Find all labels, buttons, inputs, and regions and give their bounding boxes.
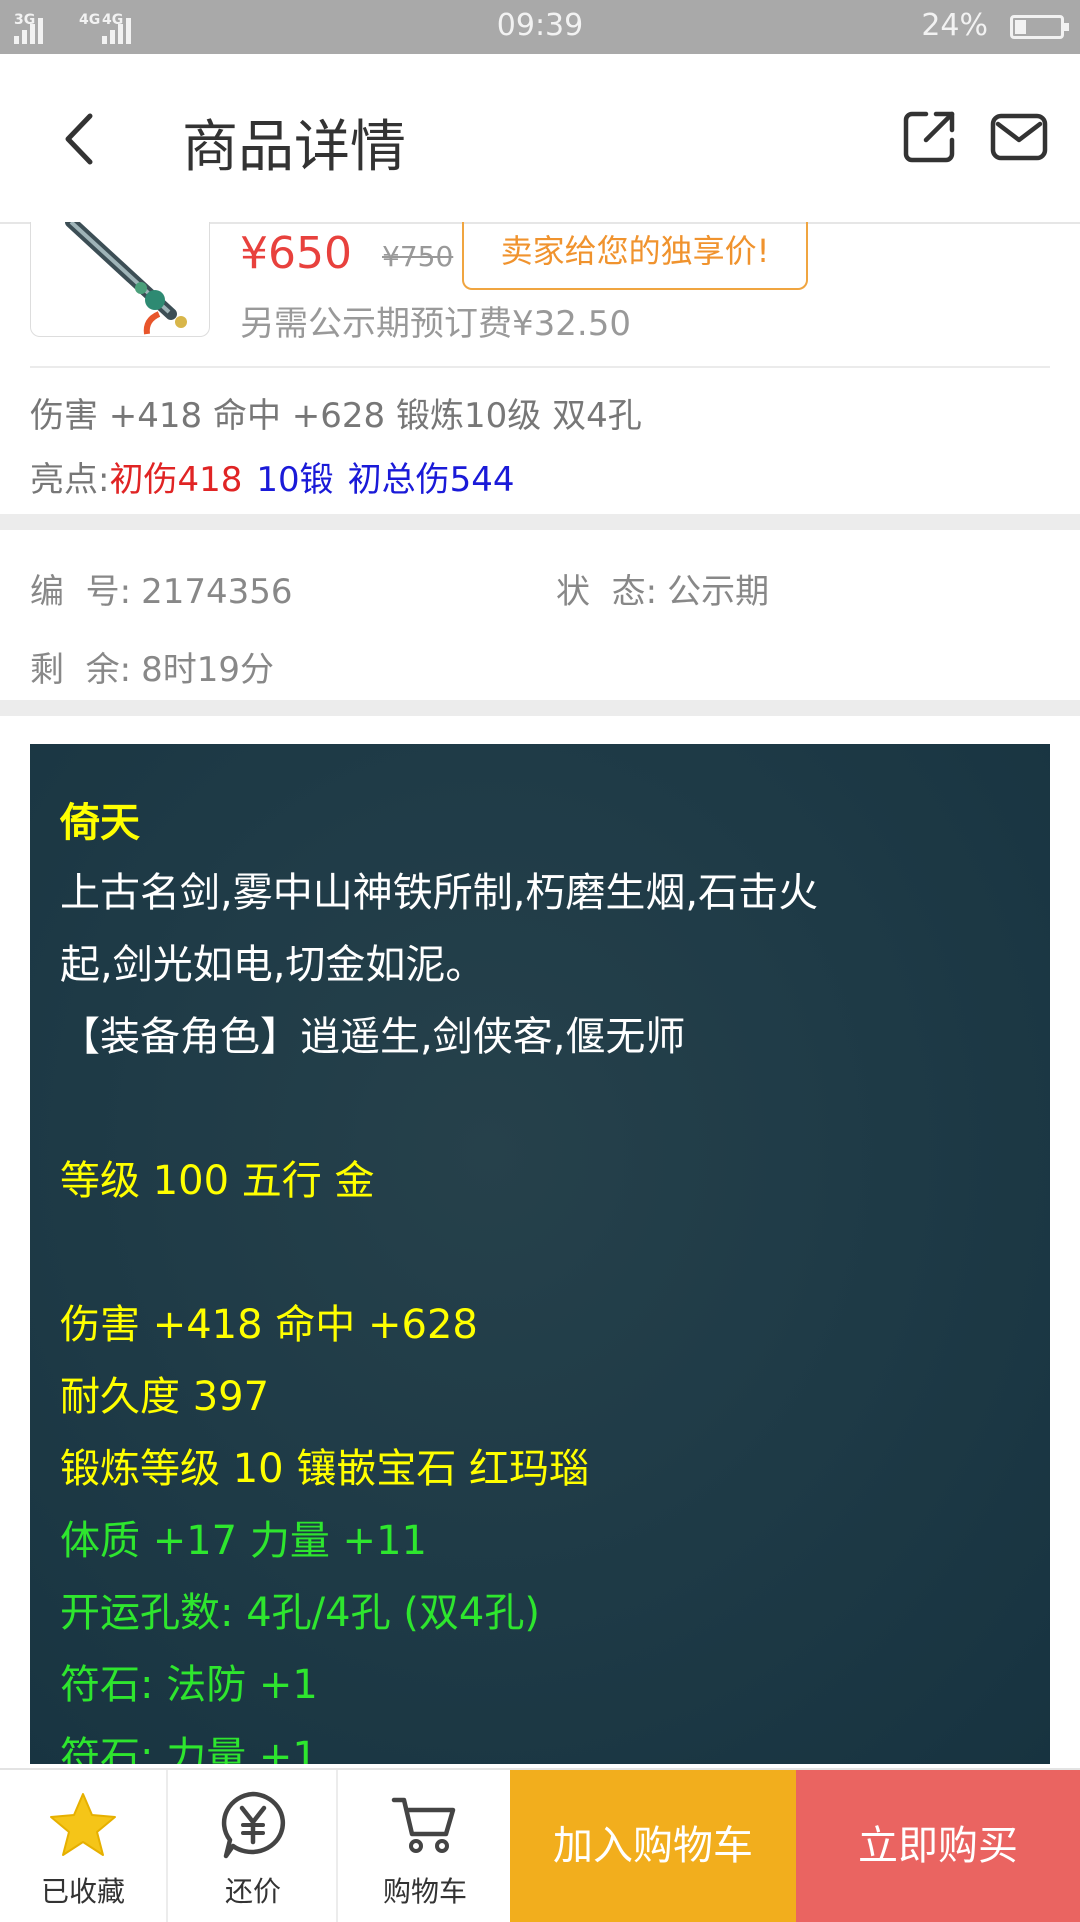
level-element: 等级 100 五行 金: [60, 1158, 375, 1204]
section-gap: [0, 514, 1080, 530]
app-header: 商品详情: [0, 54, 1080, 224]
bottom-action-bar: 已收藏 还价 购物车 加入购物车 立即购买: [0, 1768, 1080, 1922]
cart-button[interactable]: 购物车: [340, 1770, 510, 1922]
bargain-button[interactable]: 还价: [170, 1770, 338, 1922]
share-button[interactable]: [902, 108, 958, 164]
item-status: 状 态: 公示期: [556, 564, 769, 613]
lore-line: 上古名剑,雾中山神铁所制,朽磨生烟,石击火: [60, 870, 819, 916]
section-gap: [0, 700, 1080, 716]
cart-icon: [391, 1797, 456, 1853]
bargain-label: 还价: [224, 1875, 281, 1908]
buy-now-button[interactable]: 立即购买: [796, 1770, 1080, 1922]
bonus-attributes: 体质 +17 力量 +11: [60, 1518, 427, 1564]
original-price: ¥750: [382, 240, 454, 273]
favorite-button[interactable]: 已收藏: [0, 1770, 168, 1922]
product-thumbnail[interactable]: [30, 222, 210, 337]
cart-label: 购物车: [382, 1875, 467, 1908]
highlights: 亮点:初伤418 10锻 初总伤544: [30, 452, 515, 501]
luck-holes: 开运孔数: 4孔/4孔 (双4孔): [60, 1590, 540, 1636]
divider: [30, 366, 1050, 368]
durability: 耐久度 397: [60, 1374, 270, 1420]
status-label: 状 态:: [556, 572, 658, 612]
page-title: 商品详情: [182, 115, 406, 180]
highlights-label: 亮点:: [30, 460, 110, 500]
lore-line: 起,剑光如电,切金如泥。: [60, 942, 486, 988]
current-price: ¥650: [240, 228, 352, 279]
chevron-left-icon: [65, 113, 93, 165]
remain-value: 8时19分: [141, 650, 274, 690]
item-name: 倚天: [60, 800, 140, 846]
attack-stats: 伤害 +418 命中 +628: [60, 1302, 478, 1348]
id-label: 编 号:: [30, 572, 132, 612]
add-to-cart-button[interactable]: 加入购物车: [510, 1770, 796, 1922]
sword-image: [65, 222, 187, 335]
battery-percent: 24%: [921, 8, 988, 43]
favorite-label: 已收藏: [40, 1875, 125, 1908]
item-id: 编 号: 2174356: [30, 564, 293, 613]
clock: 09:39: [496, 8, 584, 43]
yen-bubble-icon: [221, 1791, 286, 1859]
stats-summary: 伤害 +418 命中 +628 锻炼10级 双4孔: [30, 396, 642, 436]
id-value: 2174356: [141, 572, 293, 612]
battery-icon: [1010, 15, 1069, 39]
message-button[interactable]: [990, 112, 1048, 162]
rune-stone: 符石: 法防 +1: [60, 1662, 318, 1708]
mail-icon: [990, 113, 1048, 161]
back-button[interactable]: [54, 104, 114, 174]
status-bar: 3G 4G 4G 09:39 24%: [0, 0, 1080, 54]
remain-label: 剩 余:: [30, 650, 132, 690]
item-description-panel[interactable]: 倚天 上古名剑,雾中山神铁所制,朽磨生烟,石击火 起,剑光如电,切金如泥。 【装…: [30, 744, 1050, 1764]
reservation-fee: 另需公示期预订费¥32.50: [240, 304, 631, 344]
rune-stone: 符石: 力量 +1: [60, 1734, 318, 1764]
equip-roles: 【装备角色】逍遥生,剑侠客,偃无师: [60, 1014, 686, 1060]
highlight-tag: 初总伤544: [347, 460, 515, 500]
highlight-tag: 初伤418: [109, 460, 243, 500]
time-remaining: 剩 余: 8时19分: [30, 642, 274, 691]
exclusive-price-tag: 卖家给您的独享价!: [462, 222, 808, 290]
highlight-tag: 10锻: [256, 460, 334, 500]
star-icon: [50, 1793, 116, 1856]
share-external-icon: [903, 111, 955, 163]
status-value: 公示期: [667, 572, 770, 612]
forge-gem: 锻炼等级 10 镶嵌宝石 红玛瑙: [60, 1446, 590, 1492]
